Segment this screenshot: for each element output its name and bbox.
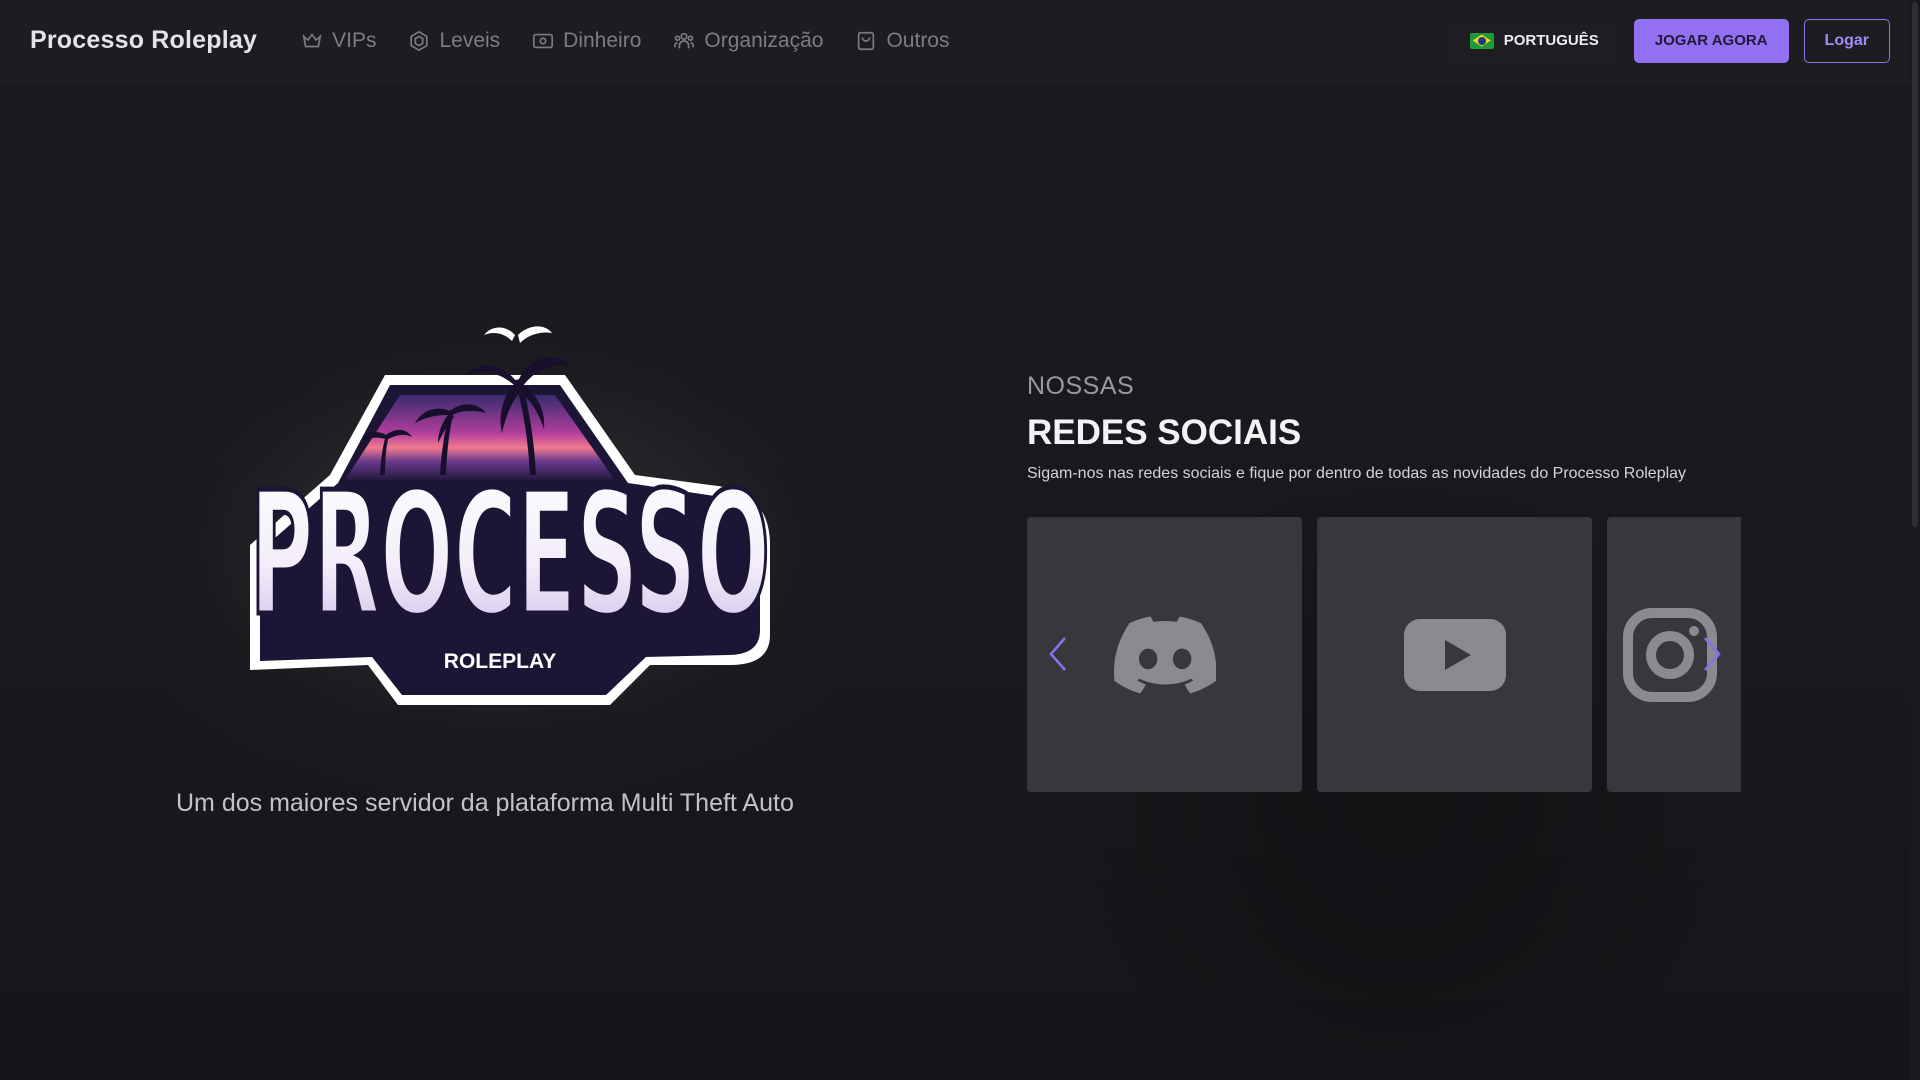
language-label: PORTUGUÊS (1503, 32, 1599, 49)
brazil-flag-icon (1469, 32, 1494, 49)
nav-link-label: Leveis (439, 28, 501, 52)
section-eyebrow: NOSSAS (1027, 372, 1135, 400)
page-scrollbar[interactable] (1910, 0, 1920, 1080)
top-navbar: Processo Roleplay VIPs Leveis Dinheiro O… (0, 0, 1920, 82)
social-carousel (1027, 517, 1741, 792)
logo-subtitle: ROLEPLAY (444, 650, 556, 673)
chevron-left-icon (1049, 637, 1066, 671)
scrollbar-thumb[interactable] (1912, 2, 1918, 527)
crown-icon (302, 32, 322, 47)
nav-link-label: Dinheiro (563, 28, 642, 52)
language-selector[interactable]: PORTUGUÊS (1445, 18, 1619, 63)
nav-link-label: VIPs (332, 28, 377, 52)
nav-link-label: Organização (704, 28, 824, 52)
section-title: REDES SOCIAIS (1027, 413, 1302, 452)
carousel-prev-button[interactable] (1046, 632, 1070, 676)
youtube-icon (1403, 618, 1506, 691)
hexagon-icon (410, 30, 429, 51)
hero-tagline: Um dos maiores servidor da plataforma Mu… (176, 789, 794, 817)
brand-name[interactable]: Processo Roleplay (30, 26, 257, 55)
social-section: NOSSAS REDES SOCIAIS Sigam-nos nas redes… (1027, 372, 1747, 483)
banknote-icon (533, 33, 554, 48)
nav-link-leveis[interactable]: Leveis (408, 29, 500, 53)
section-description: Sigam-nos nas redes sociais e fique por … (1027, 465, 1687, 482)
server-logo: PROCESSO ROLEPLAY (170, 325, 830, 745)
nav-link-outros[interactable]: Outros (855, 28, 950, 53)
shopping-bag-icon (858, 31, 875, 50)
nav-links: VIPs Leveis Dinheiro Organização Outros (301, 28, 950, 53)
login-button[interactable]: Logar (1803, 18, 1890, 63)
logo-wordmark: PROCESSO (250, 456, 770, 654)
nav-link-organizacao[interactable]: Organização (673, 29, 823, 53)
users-icon (674, 32, 695, 48)
play-now-button[interactable]: JOGAR AGORA (1633, 18, 1789, 63)
nav-link-vips[interactable]: VIPs (301, 29, 376, 53)
chevron-right-icon (1704, 637, 1721, 671)
discord-icon (1113, 615, 1216, 694)
social-card-youtube[interactable] (1317, 517, 1592, 792)
nav-link-dinheiro[interactable]: Dinheiro (532, 29, 641, 53)
nav-actions: PORTUGUÊS JOGAR AGORA Logar (1445, 18, 1890, 63)
nav-link-label: Outros (886, 28, 950, 52)
carousel-next-button[interactable] (1700, 632, 1724, 676)
